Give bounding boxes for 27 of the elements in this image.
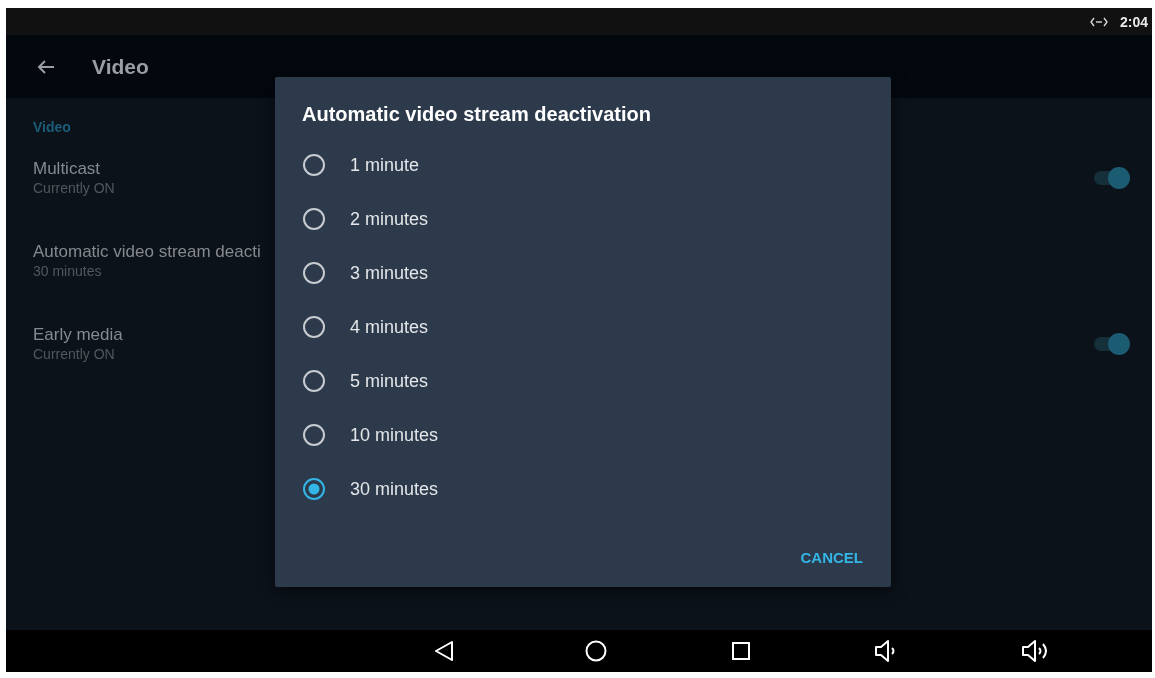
- code-brackets-icon: [1089, 15, 1108, 28]
- radio-button[interactable]: [302, 423, 326, 447]
- radio-button[interactable]: [302, 477, 326, 501]
- radio-button[interactable]: [302, 261, 326, 285]
- setting-summary: Currently ON: [33, 179, 115, 197]
- option-label[interactable]: 1 minute: [350, 154, 420, 176]
- radio-button[interactable]: [302, 153, 326, 177]
- cancel-button[interactable]: CANCEL: [792, 539, 871, 575]
- setting-summary: 30 minutes: [33, 262, 102, 280]
- page-title: Video: [92, 54, 149, 79]
- radio-button[interactable]: [302, 369, 326, 393]
- setting-title[interactable]: Automatic video stream deacti: [33, 241, 261, 262]
- radio-button[interactable]: [302, 207, 326, 231]
- setting-title[interactable]: Early media: [33, 324, 123, 345]
- clock-time: 2:04: [1119, 13, 1148, 30]
- section-header: Video: [32, 118, 72, 136]
- option-label[interactable]: 30 minutes: [350, 478, 439, 500]
- option-label[interactable]: 5 minutes: [350, 370, 429, 392]
- option-label[interactable]: 3 minutes: [350, 262, 429, 284]
- setting-title[interactable]: Multicast: [33, 158, 101, 179]
- option-label[interactable]: 10 minutes: [350, 424, 439, 446]
- dialog-title: Automatic video stream deactivation: [301, 102, 652, 127]
- home-icon[interactable]: [583, 638, 609, 664]
- option-label[interactable]: 2 minutes: [350, 208, 429, 230]
- setting-summary: Currently ON: [33, 345, 115, 363]
- option-label[interactable]: 4 minutes: [350, 316, 429, 338]
- radio-button[interactable]: [302, 315, 326, 339]
